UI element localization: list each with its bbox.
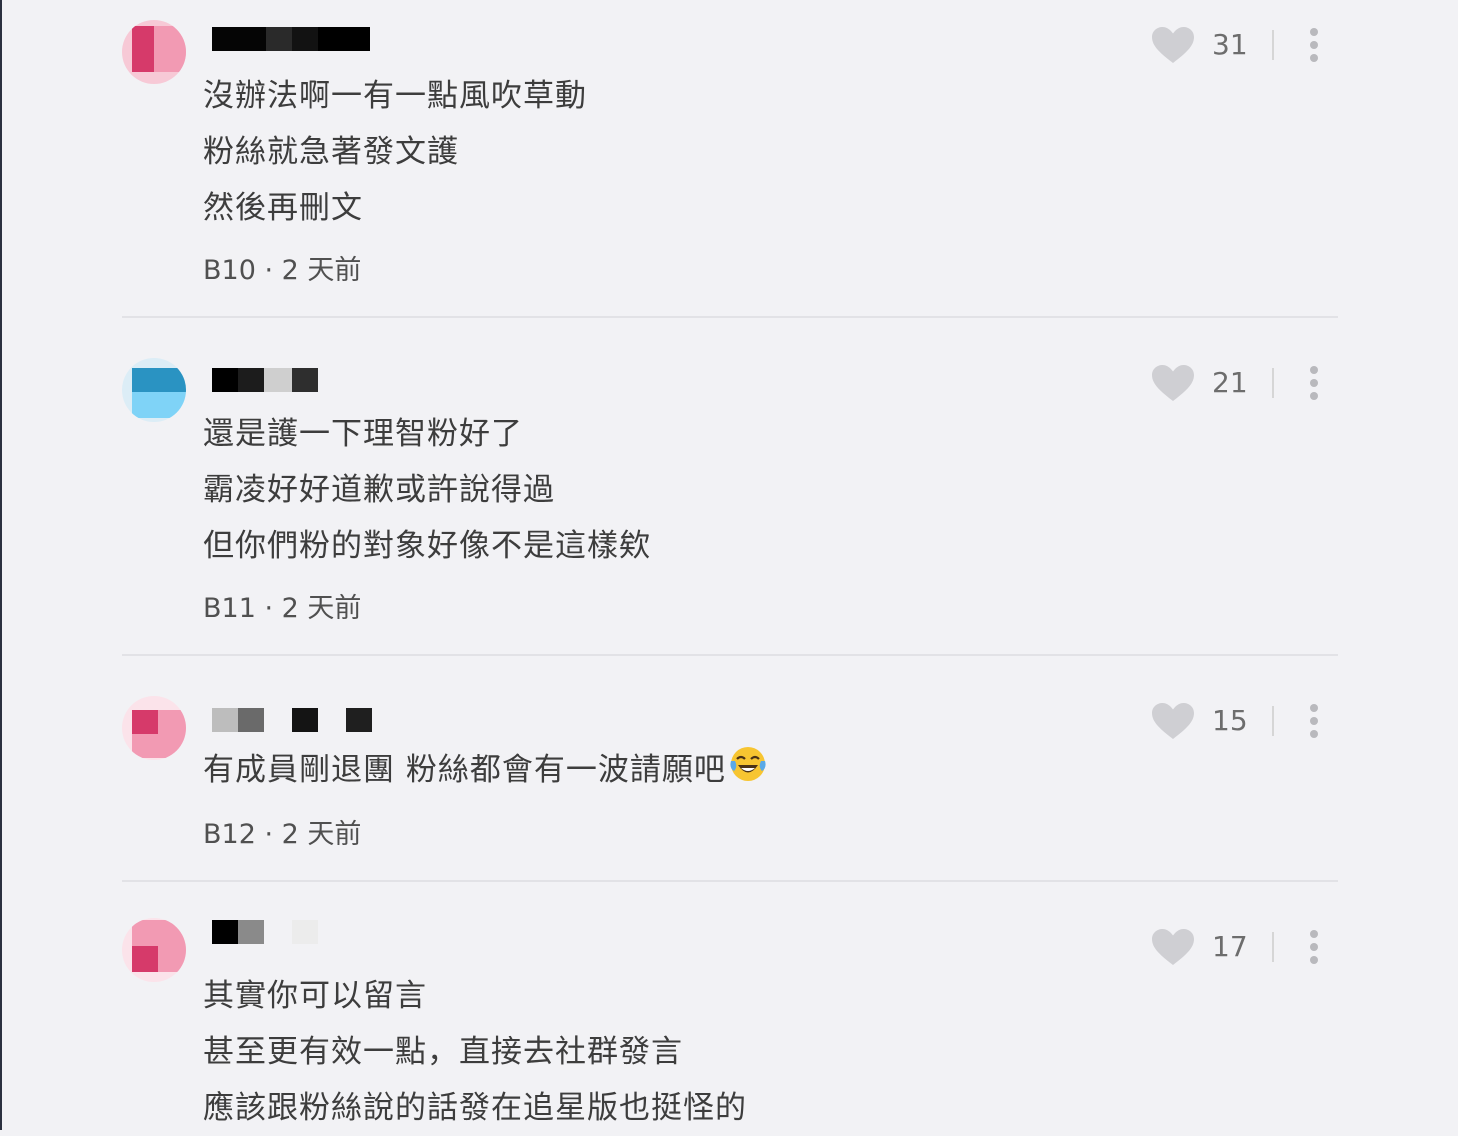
like-count: 17 (1212, 930, 1248, 963)
like-button[interactable] (1150, 25, 1196, 65)
meta-separator: · (264, 819, 282, 850)
heart-icon (1152, 27, 1194, 63)
like-button[interactable] (1150, 701, 1196, 741)
comment-body: 還是護一下理智粉好了 霸凌好好道歉或許說得過 但你們粉的對象好像不是這樣欸 (203, 406, 651, 574)
divider-vertical (1272, 30, 1274, 60)
comment-text: 霸凌好好道歉或許說得過 (203, 472, 555, 508)
face-with-tears-of-joy-icon (730, 747, 766, 781)
window-edge (0, 0, 2, 1130)
avatar[interactable] (122, 358, 186, 422)
comment-body: 其實你可以留言 甚至更有效一點，直接去社群發言 應該跟粉絲說的話發在追星版也挺怪… (203, 968, 747, 1136)
comment-meta: B12 · 2 天前 (203, 812, 361, 851)
meta-separator: · (264, 593, 282, 624)
avatar[interactable] (122, 20, 186, 84)
timestamp: 2 天前 (281, 255, 362, 286)
more-options-button[interactable] (1300, 701, 1328, 741)
comment-meta: B11 · 2 天前 (203, 586, 361, 625)
comment-text: 但你們粉的對象好像不是這樣欸 (203, 528, 651, 564)
meta-separator: · (264, 255, 282, 286)
comment-text: 還是護一下理智粉好了 (203, 416, 523, 452)
like-count: 31 (1212, 28, 1248, 61)
divider-vertical (1272, 368, 1274, 398)
divider-vertical (1272, 932, 1274, 962)
more-options-button[interactable] (1300, 25, 1328, 65)
comment-text: 沒辦法啊一有一點風吹草動 (203, 78, 587, 114)
like-count: 21 (1212, 366, 1248, 399)
like-button[interactable] (1150, 927, 1196, 967)
more-options-button[interactable] (1300, 363, 1328, 403)
comment-text: 有成員剛退團 粉絲都會有一波請願吧 (203, 742, 768, 798)
comment-meta: B10 · 2 天前 (203, 248, 361, 287)
divider-vertical (1272, 706, 1274, 736)
floor-number[interactable]: B11 (203, 593, 256, 624)
comment-divider (122, 654, 1338, 656)
comment-divider (122, 316, 1338, 318)
floor-number[interactable]: B12 (203, 819, 256, 850)
avatar[interactable] (122, 696, 186, 760)
comment-text: 其實你可以留言 (203, 978, 427, 1014)
more-options-button[interactable] (1300, 927, 1328, 967)
avatar[interactable] (122, 918, 186, 982)
comment-text: 應該跟粉絲說的話發在追星版也挺怪的 (203, 1090, 747, 1126)
comment-text: 粉絲就急著發文護 (203, 134, 459, 170)
like-count: 15 (1212, 704, 1248, 737)
heart-icon (1152, 703, 1194, 739)
heart-icon (1152, 365, 1194, 401)
comment-text: 然後再刪文 (203, 190, 363, 226)
comment-body: 有成員剛退團 粉絲都會有一波請願吧 (203, 742, 768, 798)
floor-number[interactable]: B10 (203, 255, 256, 286)
timestamp: 2 天前 (281, 593, 362, 624)
heart-icon (1152, 929, 1194, 965)
comment-body: 沒辦法啊一有一點風吹草動 粉絲就急著發文護 然後再刪文 (203, 68, 587, 236)
comment-text: 甚至更有效一點，直接去社群發言 (203, 1034, 683, 1070)
like-button[interactable] (1150, 363, 1196, 403)
timestamp: 2 天前 (281, 819, 362, 850)
comment-text-line: 有成員剛退團 粉絲都會有一波請願吧 (203, 752, 726, 788)
comment-divider (122, 880, 1338, 882)
